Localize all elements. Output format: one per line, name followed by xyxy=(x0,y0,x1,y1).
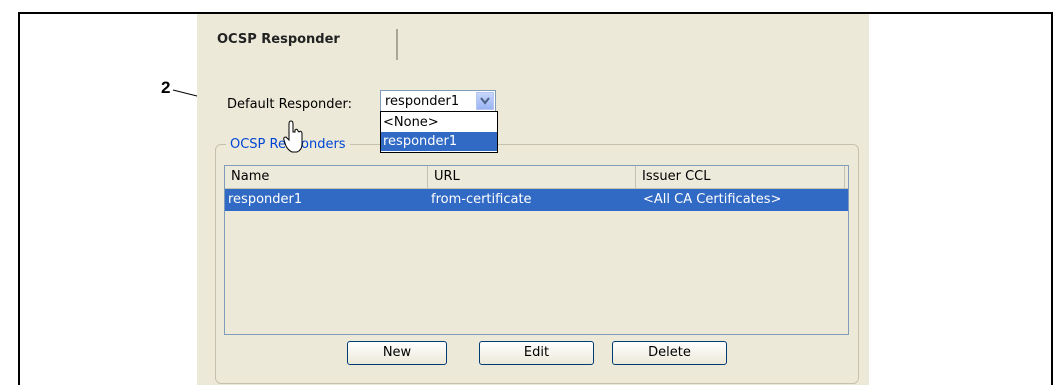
default-responder-dropdown: <None> responder1 xyxy=(380,111,498,153)
edit-button[interactable]: Edit xyxy=(479,341,594,365)
responders-table: Name URL Issuer CCL responder1 from-cert… xyxy=(224,165,849,335)
chevron-down-icon[interactable] xyxy=(476,92,494,110)
hand-cursor-icon xyxy=(283,120,303,153)
column-header-issuer-ccl[interactable]: Issuer CCL xyxy=(636,166,845,188)
new-button[interactable]: New xyxy=(347,341,447,365)
table-header: Name URL Issuer CCL xyxy=(225,166,848,189)
tab-ocsp-responder[interactable]: OCSP Responder xyxy=(197,14,399,59)
column-header-name[interactable]: Name xyxy=(225,166,428,188)
dropdown-option-none[interactable]: <None> xyxy=(381,113,497,132)
dropdown-option-responder1[interactable]: responder1 xyxy=(381,132,497,151)
cell-url: from-certificate xyxy=(431,192,532,207)
callout-number: 2 xyxy=(161,78,171,97)
ocsp-panel: OCSP Responder Default Responder: respon… xyxy=(197,14,869,385)
default-responder-select[interactable]: responder1 xyxy=(380,90,496,112)
tab-separator xyxy=(396,29,398,60)
default-responder-label: Default Responder: xyxy=(227,97,353,112)
tab-label: OCSP Responder xyxy=(217,32,340,47)
table-row[interactable]: responder1 from-certificate <All CA Cert… xyxy=(225,189,848,211)
delete-button[interactable]: Delete xyxy=(612,341,727,365)
cell-issuer-ccl: <All CA Certificates> xyxy=(643,192,782,207)
cell-name: responder1 xyxy=(228,192,303,207)
default-responder-value: responder1 xyxy=(385,94,460,109)
column-header-url[interactable]: URL xyxy=(428,166,636,188)
